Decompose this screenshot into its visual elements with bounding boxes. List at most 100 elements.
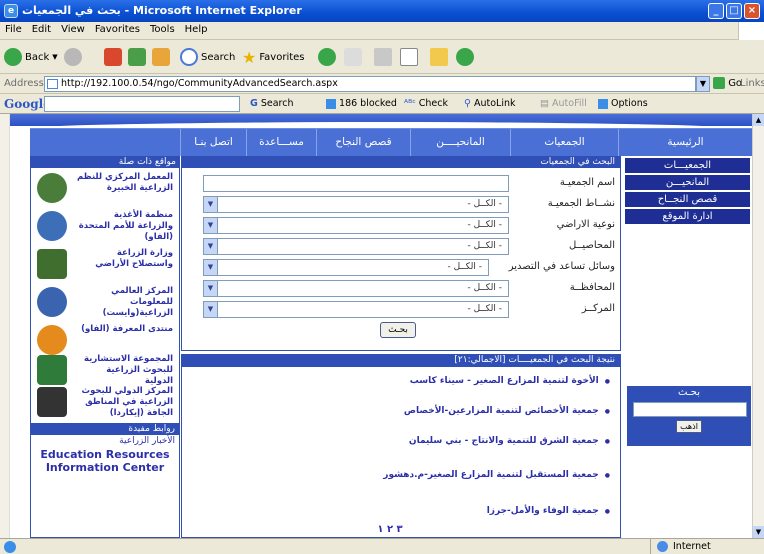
search-button[interactable]: Search [180,47,235,67]
menu-file[interactable]: File [0,22,27,37]
menu-help[interactable]: Help [180,22,213,37]
quick-search-input[interactable] [633,402,747,417]
windows-logo-icon [738,22,764,40]
autofill-label: AutoFill [552,98,587,109]
related-link-7[interactable]: المركز الدولي للبحوث الزراعية في المناطق… [31,384,179,422]
useful-link-agri-news[interactable]: الأخبار الزراعية [31,436,179,446]
refresh-button[interactable] [128,47,146,67]
home-button[interactable] [152,47,170,67]
printer-icon [374,48,392,66]
related-link-4[interactable]: المركز العالمي للمعلومات الزراعية(وايست) [31,284,179,322]
quick-search-label: بحـث [678,387,700,398]
search-results-heading: نتيجة البحث في الجمعيــــات [الاجمالي:٢١… [181,354,621,367]
center-select[interactable]: ▼ - الكــل - [203,301,509,318]
crops-select[interactable]: ▼ - الكــل - [203,238,509,255]
result-item[interactable]: جمعية الشرق للتنمية والانتاج - بني سليما… [300,436,610,446]
association-name-input[interactable] [203,175,509,192]
nav-contact[interactable]: اتصل بنـا [180,129,246,156]
back-button[interactable]: Back ▼ [4,47,58,67]
result-item[interactable]: الأخوة لتنمية المزارع الصغير - سيناء كاس… [300,376,610,386]
back-arrow-icon [4,48,22,66]
result-item[interactable]: جمعية الوفاء والأمل-جرزا [300,506,610,516]
side-menu-associations[interactable]: الجمعيـــات [625,158,750,173]
nav-success-stories[interactable]: قصص النجاح [316,129,410,156]
refresh-icon [128,48,146,66]
result-item[interactable]: جمعية المستقبل لتنمية المزارع الصغير-م.د… [300,470,610,480]
menu-edit[interactable]: Edit [27,22,56,37]
print-button[interactable] [374,47,392,67]
governorate-select[interactable]: ▼ - الكــل - [203,280,509,297]
autofill-button[interactable]: ▤ AutoFill [540,98,587,109]
menu-tools[interactable]: Tools [145,22,180,37]
side-menu-site-admin[interactable]: ادارة الموقع [625,209,750,224]
edit-button[interactable] [400,47,418,67]
frame-scrollbar[interactable] [0,114,10,538]
result-item[interactable]: جمعية الأخصائص لتنمية المزارعين-الأخصاص [300,406,610,416]
search-submit-button[interactable]: بحـث [380,322,416,338]
waicent-logo-icon [37,287,67,317]
scroll-down-button[interactable]: ▼ [753,526,764,538]
useful-link-information-center[interactable]: Information Center [31,461,179,474]
messenger-button[interactable] [456,47,474,67]
chevron-down-icon: ▼ [204,281,218,296]
forward-arrow-icon [64,48,82,66]
home-icon [152,48,170,66]
close-button[interactable]: × [744,3,760,19]
minimize-button[interactable]: _ [708,3,724,19]
menu-view[interactable]: View [56,22,90,37]
side-menu-success-stories[interactable]: قصص النجــاح [625,192,750,207]
google-search-button[interactable]: G Search [250,98,293,109]
page-status-icon [4,541,16,553]
results-pager[interactable]: ٣ ٢ ١ [360,524,420,535]
autolink-button[interactable]: ⚲ AutoLink [464,98,516,109]
popup-blocker-button[interactable]: 186 blocked [326,98,397,109]
land-type-select[interactable]: ▼ - الكــل - [203,217,509,234]
nav-donors[interactable]: المانحيــــن [410,129,510,156]
page-viewport: الرئيسية الجمعيات المانحيــــن قصص النجا… [0,114,752,538]
field-label-center: المركــز [581,303,615,314]
links-button[interactable]: Links [740,78,764,89]
field-label-export-means: وسائل تساعد في التصدير [508,261,615,272]
fao-logo-icon [37,211,67,241]
address-input[interactable]: http://192.100.0.54/ngo/CommunityAdvance… [44,76,696,92]
options-icon [598,98,608,109]
forward-button[interactable] [64,47,82,67]
maximize-button[interactable]: □ [726,3,742,19]
page-scrollbar[interactable]: ▲ ▼ [752,114,764,538]
export-means-select[interactable]: ▼ - الكــل - [203,259,489,276]
field-label-crops: المحاصيــل [568,240,615,251]
menu-favorites[interactable]: Favorites [90,22,145,37]
google-search-input[interactable] [44,96,240,112]
field-label-activity: نشــاط الجمعيـة [547,198,615,209]
side-menu-donors[interactable]: المانحيـــن [625,175,750,190]
related-link-text: منتدى المعرفة (الفاو) [81,324,173,334]
related-link-text: وزارة الزراعة واستصلاح الأراضي [95,248,173,269]
history-button[interactable] [318,47,336,67]
window-titlebar: e بحث في الجمعيات - Microsoft Internet E… [0,0,764,22]
go-button[interactable]: Go [713,77,742,89]
options-button[interactable]: Options [598,98,648,109]
scroll-up-button[interactable]: ▲ [753,114,764,126]
google-g-icon: G [250,98,258,109]
mail-button[interactable] [344,47,362,67]
history-icon [318,48,336,66]
address-dropdown-button[interactable]: ▼ [696,76,710,92]
star-icon: ★ [242,47,257,67]
nav-associations[interactable]: الجمعيات [510,129,618,156]
chevron-down-icon: ▼ [204,302,218,317]
nav-home[interactable]: الرئيسية [618,129,752,156]
related-link-3[interactable]: وزارة الزراعة واستصلاح الأراضي [31,246,179,284]
activity-select[interactable]: ▼ - الكــل - [203,196,509,213]
field-label-governorate: المحافظــة [569,282,615,293]
related-link-2[interactable]: منظمة الأغذية والزراعة للأمم المتحدة (ال… [31,208,179,246]
spell-check-button[interactable]: ᴬᴮᶜ Check [404,98,448,109]
nav-help[interactable]: مســـاعدة [246,129,316,156]
folder-button[interactable] [430,47,448,67]
useful-link-education-resources[interactable]: Education Resources [31,448,179,461]
stop-button[interactable] [104,47,122,67]
favorites-button[interactable]: ★ Favorites [242,47,305,67]
menu-bar: File Edit View Favorites Tools Help [0,22,764,40]
quick-search-go-button[interactable]: اذهب [676,420,702,433]
google-toolbar: Google G Search 186 blocked ᴬᴮᶜ Check ⚲ … [0,94,764,114]
related-link-1[interactable]: المعمل المركزي للنظم الزراعية الخبيرة [31,170,179,208]
